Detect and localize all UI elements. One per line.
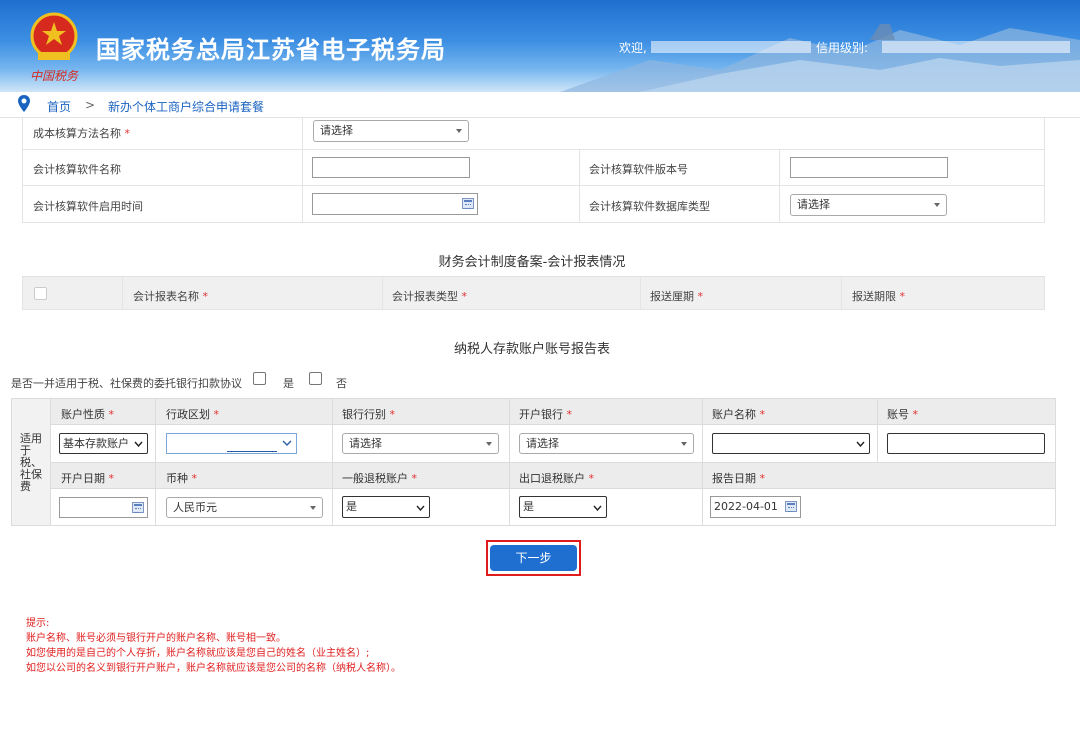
entrust-yes-checkbox[interactable] [253,372,266,385]
currency-select[interactable]: 人民币元 [166,497,323,518]
open-date-input[interactable] [59,497,148,518]
software-start-label: 会计核算软件启用时间 [33,200,143,213]
chevron-down-icon [593,505,602,511]
tip-line-2: 如您使用的是自己的个人存折，账户名称就应该是您自己的姓名（业主姓名）; [26,648,370,659]
bank-type-select[interactable]: 请选择 [342,433,499,454]
software-name-row: 会计核算软件名称 会计核算软件版本号 [22,150,1045,186]
software-start-date-input[interactable] [312,193,478,215]
calendar-icon[interactable] [785,501,797,512]
chevron-down-icon [456,129,462,133]
software-name-input[interactable] [312,157,470,178]
credit-level-label: 信用级别: [816,41,869,55]
account-section-title: 纳税人存款账户账号报告表 [453,342,610,357]
db-type-label: 会计核算软件数据库类型 [589,200,710,213]
emblem-text: 中国税务 [30,69,79,83]
report-date-input[interactable]: 2022-04-01 [710,496,801,518]
tips-block: 提示: 账户名称、账号必须与银行开户的账户名称、账号相一致。 如您使用的是自己的… [26,616,401,676]
entrust-no-checkbox[interactable] [309,372,322,385]
chevron-down-icon [134,441,143,447]
cost-method-select[interactable]: 请选择 [313,120,469,142]
account-type-select[interactable]: 基本存款账户 [59,433,148,454]
tip-line-3: 如您以公司的名义到银行开户账户，账户名称就应该是您公司的名称（纳税人名称）。 [26,663,401,674]
site-header: 中国税务 国家税务总局江苏省电子税务局 欢迎, 信用级别: [0,0,1080,92]
entrust-yes-label: 是 [283,377,294,390]
col-open-bank: 开户银行 * [519,408,572,421]
col-currency: 币种 * [166,472,197,485]
software-version-input[interactable] [790,157,948,178]
chevron-down-icon [416,505,425,511]
chevron-down-icon [856,441,865,447]
chevron-down-icon [282,440,292,446]
region-value-bar [227,451,277,452]
entrust-no-label: 否 [336,377,347,390]
db-type-select[interactable]: 请选择 [790,194,947,216]
export-refund-select[interactable]: 是 [519,496,607,518]
col-general-refund: 一般退税账户 * [342,472,417,485]
account-input-row-1: 基本存款账户 请选择 请选择 [51,425,1055,463]
breadcrumb-current[interactable]: 新办个体工商户综合申请套餐 [108,98,264,115]
username-redacted [651,41,811,53]
account-header-row-1: 账户性质 * 行政区划 * 银行行别 * 开户银行 * 账户名称 * 账号 * [51,399,1055,425]
report-col-deadline: 报送期限 * [852,290,905,303]
location-pin-icon [18,95,30,112]
account-input-row-2: 人民币元 是 是 2022-04-01 [51,489,1055,525]
account-side-label: 适用于税、社保费 [12,399,51,525]
account-header-row-2: 开户日期 * 币种 * 一般退税账户 * 出口退税账户 * 报告日期 * [51,463,1055,489]
account-number-input[interactable] [887,433,1045,454]
account-name-select[interactable] [712,433,870,454]
col-report-date: 报告日期 * [712,472,765,485]
cost-method-label: 成本核算方法名称 * [33,127,130,140]
col-export-refund: 出口退税账户 * [519,472,594,485]
col-region: 行政区划 * [166,408,219,421]
account-table: 适用于税、社保费 账户性质 * 行政区划 * 银行行别 * 开户银行 * 账户名… [11,398,1056,526]
chevron-down-icon [486,441,492,446]
calendar-icon[interactable] [462,198,474,209]
credit-value-redacted [882,41,1070,53]
tip-heading: 提示: [26,618,50,629]
col-account-type: 账户性质 * [61,408,114,421]
tip-line-1: 账户名称、账号必须与银行开户的账户名称、账号相一致。 [26,633,286,644]
report-select-all-checkbox[interactable] [34,287,47,300]
welcome-label: 欢迎, [619,41,647,55]
software-start-row: 会计核算软件启用时间 会计核算软件数据库类型 请选择 [22,186,1045,223]
entrust-question-label: 是否一并适用于税、社保费的委托银行扣款协议 [11,377,242,390]
col-account-name: 账户名称 * [712,408,765,421]
breadcrumb-home-link[interactable]: 首页 [47,98,71,115]
col-account-number: 账号 * [887,408,918,421]
report-section-title: 财务会计制度备案-会计报表情况 [438,255,626,270]
report-col-name: 会计报表名称 * [133,290,208,303]
report-table-header: 会计报表名称 * 会计报表类型 * 报送厘期 * 报送期限 * [22,276,1045,310]
region-select[interactable] [166,433,297,454]
chevron-down-icon [310,505,316,510]
calendar-icon[interactable] [132,501,144,513]
open-bank-select[interactable]: 请选择 [519,433,694,454]
col-bank-type: 银行行别 * [342,408,395,421]
site-title: 国家税务总局江苏省电子税务局 [96,36,446,64]
general-refund-select[interactable]: 是 [342,496,430,518]
col-open-date: 开户日期 * [61,472,114,485]
software-version-label: 会计核算软件版本号 [589,163,688,176]
next-step-button[interactable]: 下一步 [490,545,577,571]
chevron-down-icon [934,203,940,207]
report-col-type: 会计报表类型 * [392,290,467,303]
breadcrumb-separator: > [85,98,96,112]
software-name-label: 会计核算软件名称 [33,163,121,176]
cost-method-row: 成本核算方法名称 * 请选择 [22,118,1045,150]
chevron-down-icon [681,441,687,446]
report-col-period: 报送厘期 * [650,290,703,303]
next-step-highlight: 下一步 [486,540,581,576]
breadcrumb: 首页 > 新办个体工商户综合申请套餐 [0,92,1080,118]
tax-emblem-icon: 中国税务 [30,12,79,83]
